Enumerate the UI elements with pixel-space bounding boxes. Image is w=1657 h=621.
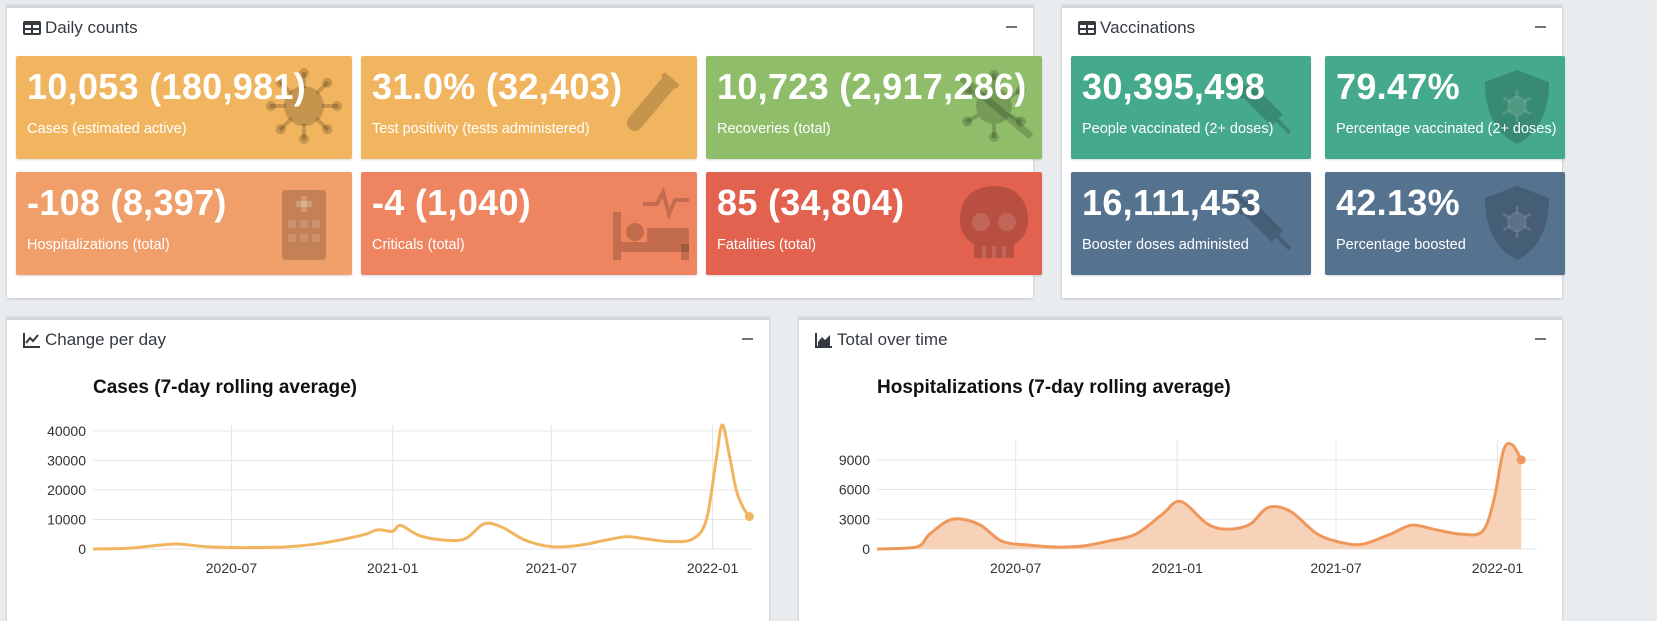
tile-value: 10,053 (180,981)	[27, 66, 307, 107]
daily-count-tile: 10,723 (2,917,286) Recoveries (total)	[706, 56, 1042, 159]
y-tick-label: 20000	[47, 482, 86, 498]
daily-counts-header: Daily counts	[7, 8, 1033, 48]
x-tick-label: 2020-07	[206, 560, 258, 576]
tile-value: 79.47%	[1336, 66, 1460, 107]
total-over-time-header: Total over time	[799, 320, 1562, 360]
table-icon	[23, 21, 41, 35]
daily-count-tile: -4 (1,040) Criticals (total)	[361, 172, 697, 275]
y-tick-label: 9000	[839, 452, 870, 468]
vaccinations-collapse-button[interactable]	[1535, 26, 1546, 28]
vaccination-tile: 30,395,498 People vaccinated (2+ doses)	[1071, 56, 1311, 159]
skull-icon	[960, 186, 1028, 258]
chart-area-icon	[815, 333, 832, 348]
y-tick-label: 40000	[47, 423, 86, 439]
tile-label: Hospitalizations (total)	[27, 237, 170, 253]
series-area	[877, 443, 1522, 549]
series-line	[92, 423, 751, 551]
vaccinations-title: Vaccinations	[1100, 18, 1196, 37]
tile-label: Recoveries (total)	[717, 121, 831, 137]
chart-line-icon	[23, 333, 40, 348]
tile-label: Fatalities (total)	[717, 237, 817, 253]
y-tick-label: 10000	[47, 511, 86, 527]
tile-label: People vaccinated (2+ doses)	[1082, 121, 1274, 137]
tile-label: Percentage vaccinated (2+ doses)	[1336, 121, 1557, 137]
total-over-time-title: Total over time	[837, 330, 948, 349]
hospitalizations-chart: 0 3000 6000 9000 2020-07 2021-01 2021-07 2022-0…	[839, 440, 1537, 576]
x-tick-label: 2020-07	[990, 560, 1042, 576]
total-over-time-card: Total over time Hospitalizations (7-day …	[799, 317, 1562, 621]
x-tick-label: 2021-01	[367, 560, 419, 576]
daily-counts-card: Daily counts 10,053 (180,981) Cases (esti…	[7, 5, 1042, 298]
x-tick-label: 2022-01	[1472, 560, 1524, 576]
vaccinations-header: Vaccinations	[1062, 8, 1562, 48]
tile-value: 42.13%	[1336, 182, 1460, 223]
daily-counts-title: Daily counts	[45, 18, 138, 37]
daily-count-tile: -108 (8,397) Hospitalizations (total)	[16, 172, 352, 275]
y-tick-label: 0	[862, 541, 870, 557]
vaccination-tile: 42.13% Percentage boosted	[1325, 172, 1565, 275]
hospital-icon	[282, 190, 326, 260]
tile-label: Cases (estimated active)	[27, 121, 187, 137]
tile-value: 16,111,453	[1082, 182, 1262, 223]
vaccination-tile: 79.47% Percentage vaccinated (2+ doses)	[1325, 56, 1565, 159]
y-tick-label: 0	[78, 541, 86, 557]
daily-counts-collapse-button[interactable]	[1006, 26, 1017, 28]
daily-count-tile: 31.0% (32,403) Test positivity (tests adm…	[361, 56, 697, 159]
change-per-day-card: Change per day Cases (7-day rolling aver…	[7, 317, 769, 621]
x-tick-label: 2021-07	[526, 560, 578, 576]
y-tick-label: 6000	[839, 482, 870, 498]
daily-count-tile: 10,053 (180,981) Cases (estimated active)	[16, 56, 352, 159]
x-tick-label: 2021-01	[1151, 560, 1203, 576]
change-per-day-title: Change per day	[45, 330, 166, 349]
tile-label: Criticals (total)	[372, 237, 465, 253]
vaccinations-card: Vaccinations 30,395,498 People vaccinated…	[1062, 5, 1565, 298]
tile-value: 30,395,498	[1082, 66, 1266, 107]
data-point[interactable]	[1516, 455, 1526, 465]
data-point[interactable]	[744, 512, 754, 522]
y-tick-label: 3000	[839, 511, 870, 527]
tile-value: 10,723 (2,917,286)	[717, 66, 1027, 107]
tile-label: Booster doses administed	[1082, 237, 1249, 253]
procedures-icon	[613, 186, 689, 260]
daily-count-tile: 85 (34,804) Fatalities (total)	[706, 172, 1042, 275]
cases-chart: 0 10000 20000 30000 40000 2020-07 2021-01 2021-…	[47, 423, 754, 576]
tile-value: 85 (34,804)	[717, 182, 905, 223]
shield-virus-icon	[1485, 186, 1549, 260]
cases-chart-title: Cases (7-day rolling average)	[93, 377, 357, 398]
change-per-day-collapse-button[interactable]	[742, 338, 753, 340]
tile-value: -4 (1,040)	[372, 182, 532, 223]
tile-value: 31.0% (32,403)	[372, 66, 623, 107]
hospitalizations-chart-title: Hospitalizations (7-day rolling average)	[877, 377, 1231, 398]
total-over-time-collapse-button[interactable]	[1535, 338, 1546, 340]
x-tick-label: 2022-01	[687, 560, 739, 576]
table-icon	[1078, 21, 1096, 35]
tile-label: Percentage boosted	[1336, 237, 1466, 253]
y-tick-label: 30000	[47, 452, 86, 468]
tile-value: -108 (8,397)	[27, 182, 227, 223]
x-tick-label: 2021-07	[1310, 560, 1362, 576]
tile-label: Test positivity (tests administered)	[372, 121, 590, 137]
vaccination-tile: 16,111,453 Booster doses administed	[1071, 172, 1311, 275]
change-per-day-header: Change per day	[7, 320, 769, 360]
